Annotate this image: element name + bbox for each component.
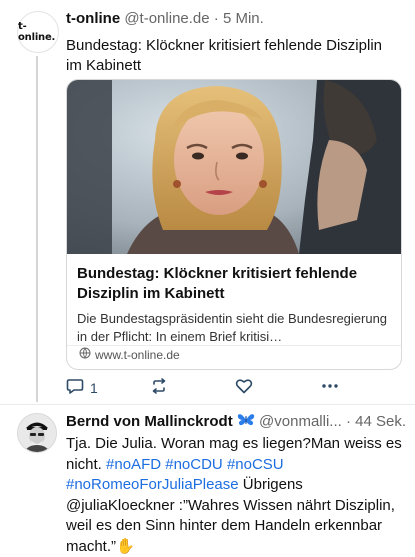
globe-icon [79,347,91,362]
thread-line [36,56,38,402]
post-text: Bundestag: Klöckner kritisiert fehlende … [66,37,382,74]
post2-time[interactable]: 44 Sek. [355,413,406,430]
post-author[interactable]: t-online [66,10,120,27]
post2-text: Tja. Die Julia. Woran mag es liegen?Man … [66,434,402,557]
raised-hand-icon: ✋ [116,537,135,555]
card-divider [67,345,401,346]
post-divider [0,404,415,405]
post-handle[interactable]: @t-online.de [124,10,209,27]
avatar-bernd[interactable] [17,413,57,453]
heart-icon [235,378,253,397]
avatar-t-online[interactable]: t-online. [17,11,59,53]
hashtag-link[interactable]: #noCDU [165,456,223,473]
post2-author[interactable]: Bernd von Mallinckrodt [66,413,233,430]
avatar-portrait-icon [18,414,56,452]
card-domain-text: www.t-online.de [95,347,180,362]
post-separator: · [213,10,219,27]
hashtag-link[interactable]: #noAFD [106,456,161,473]
post-header: t-online @t-online.de · 5 Min. [66,10,405,27]
card-domain: www.t-online.de [79,347,180,362]
news-photo-icon [67,80,401,254]
reply-icon [66,378,84,397]
link-card[interactable]: Bundestag: Klöckner kritisiert fehlende … [66,79,402,370]
post-actions: 1 [66,378,366,398]
avatar-logo-text: t-online. [18,21,56,43]
repost-icon [150,378,168,397]
hashtag-link[interactable]: #noRomeoForJuliaPlease [66,476,239,493]
post2-handle[interactable]: @vonmalli... [259,413,342,430]
reply-button[interactable]: 1 [66,378,98,397]
card-image [67,80,401,254]
card-description: Die Bundestagspräsidentin sieht die Bund… [77,311,388,344]
butterfly-icon [237,413,259,430]
hashtag-link[interactable]: #noCSU [227,456,284,473]
more-icon [320,378,340,397]
like-button[interactable] [235,378,253,397]
post2-separator: · [345,413,351,430]
post-time[interactable]: 5 Min. [223,10,264,27]
post2-header: Bernd von Mallinckrodt @vonmalli... · 44… [66,413,406,430]
more-button[interactable] [320,378,340,397]
reply-count: 1 [90,379,98,396]
repost-button[interactable] [150,378,168,397]
card-title: Bundestag: Klöckner kritisiert fehlende … [77,265,358,302]
